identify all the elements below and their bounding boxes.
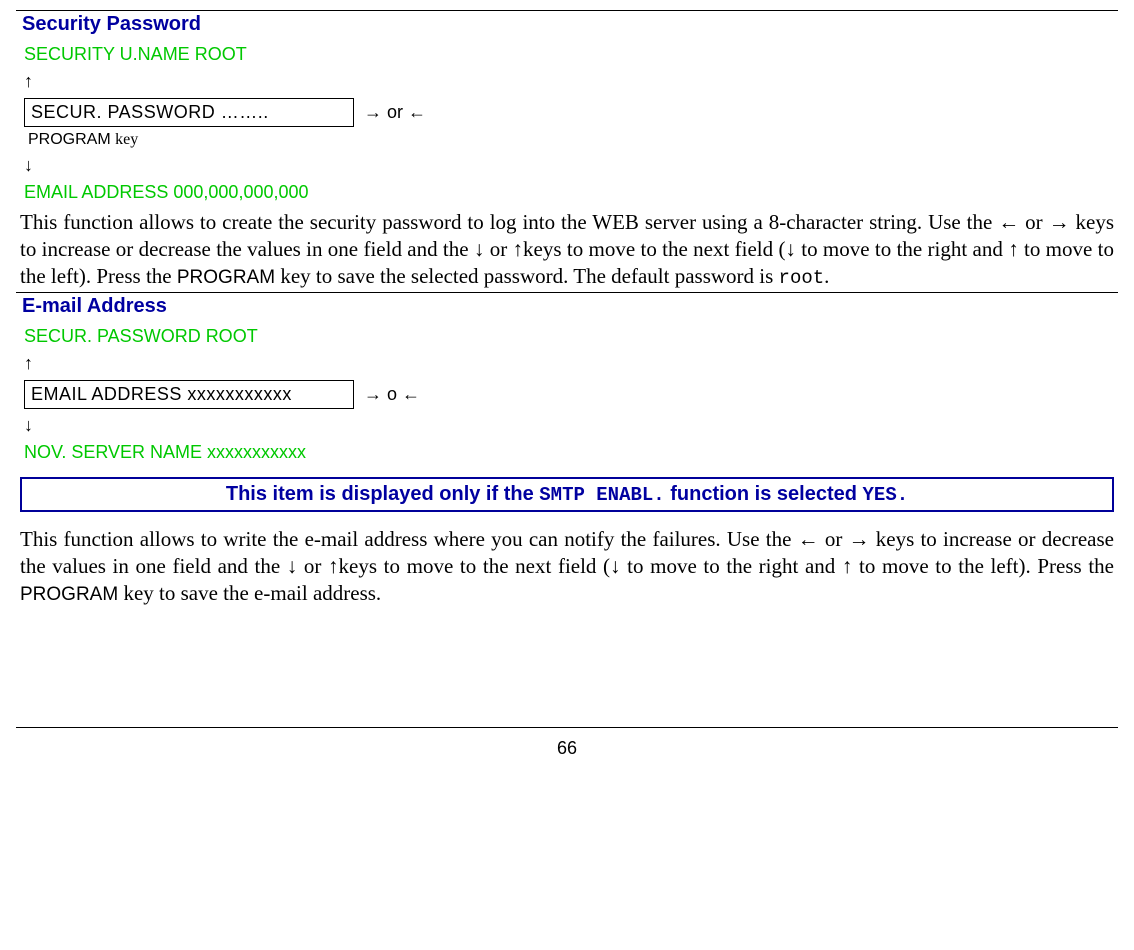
key-word: key [115, 131, 138, 148]
nav-hint: → or ← [364, 102, 426, 123]
next-menu-item: NOV. SERVER NAME xxxxxxxxxxx [24, 442, 1118, 463]
section-title-security-password: Security Password [22, 13, 1118, 36]
lcd-display-box: EMAIL ADDRESS xxxxxxxxxxx [24, 380, 354, 409]
body-paragraph-email: This function allows to write the e-mail… [20, 526, 1114, 607]
nav-hint: → o ← [364, 384, 420, 405]
prev-menu-item: SECUR. PASSWORD ROOT [24, 326, 1118, 347]
up-arrow: ↑ [24, 353, 1118, 374]
notice-code: YES. [863, 484, 909, 506]
program-key-inline: PROGRAM [20, 584, 118, 605]
prev-menu-item: SECURITY U.NAME ROOT [24, 44, 1118, 65]
body-text-part: . [824, 264, 829, 288]
program-key-note: PROGRAM key [28, 131, 1118, 149]
down-arrow: ↓ [24, 415, 1118, 436]
display-row: EMAIL ADDRESS xxxxxxxxxxx → o ← [24, 380, 1118, 409]
body-paragraph-security: This function allows to create the secur… [20, 209, 1114, 290]
display-row: SECUR. PASSWORD …….. → or ← [24, 98, 1118, 127]
default-password: root [779, 267, 825, 289]
section-title-email-address: E-mail Address [22, 295, 1118, 318]
notice-text: This item is displayed only if the [226, 483, 539, 505]
section-divider [16, 10, 1118, 11]
next-menu-item: EMAIL ADDRESS 000,000,000,000 [24, 182, 1118, 203]
notice-box: This item is displayed only if the SMTP … [20, 477, 1114, 512]
notice-code: SMTP ENABL. [539, 484, 664, 506]
program-key-inline: PROGRAM [177, 267, 275, 288]
up-arrow: ↑ [24, 71, 1118, 92]
page-number: 66 [16, 738, 1118, 759]
notice-text: function is selected [665, 483, 863, 505]
body-text-part: This function allows to write the e-mail… [20, 527, 1114, 578]
key-label: PROGRAM [28, 131, 115, 148]
body-text-part: key to save the selected password. The d… [275, 264, 778, 288]
footer-divider [16, 727, 1118, 728]
lcd-display-box: SECUR. PASSWORD …….. [24, 98, 354, 127]
down-arrow: ↓ [24, 155, 1118, 176]
section-divider [16, 292, 1118, 293]
body-text-part: key to save the e-mail address. [118, 581, 381, 605]
